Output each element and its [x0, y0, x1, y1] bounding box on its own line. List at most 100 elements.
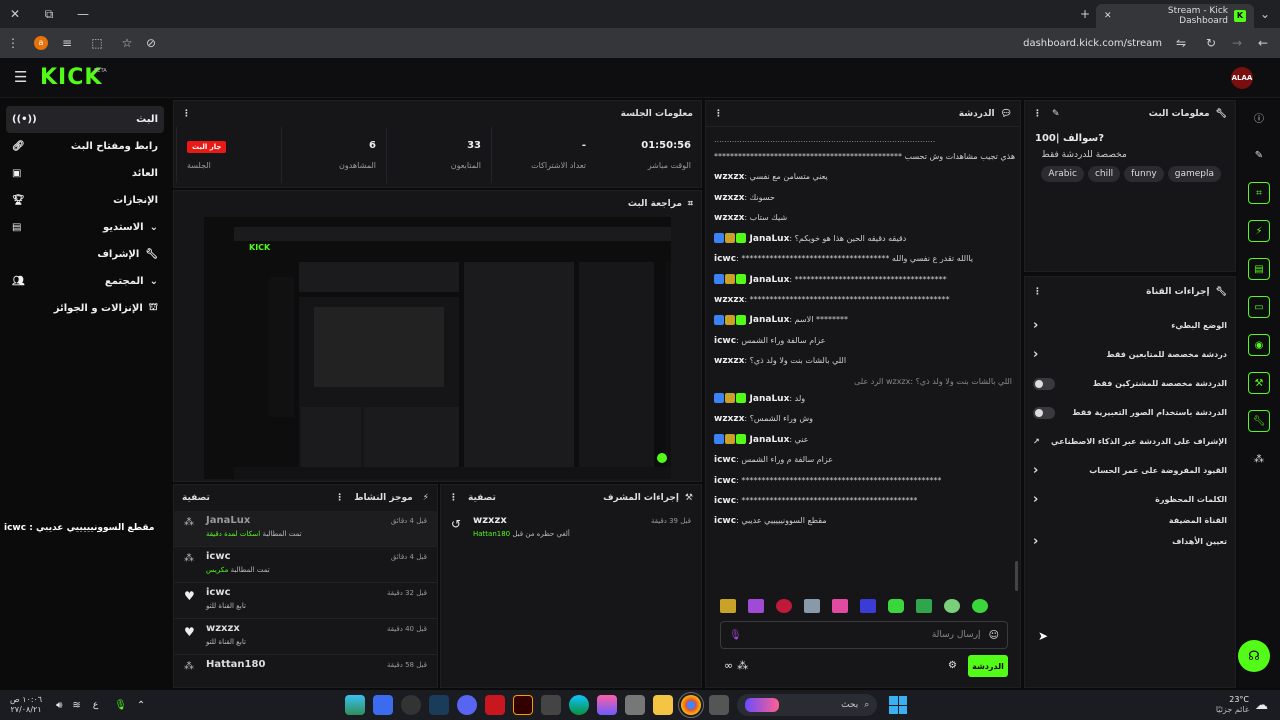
chat-username[interactable]: icwc: [714, 455, 736, 465]
emote-icon[interactable]: [832, 599, 848, 613]
chat-bubble-icon[interactable]: ▭: [1248, 296, 1270, 318]
chat-username[interactable]: JanaLux: [750, 275, 790, 285]
sidebar-item-stream[interactable]: ((•)) البث: [6, 106, 164, 133]
volume-icon[interactable]: 🔊︎: [56, 700, 62, 711]
more-options-icon[interactable]: ⋮: [714, 109, 723, 119]
stream-preview-video[interactable]: KICK: [204, 217, 671, 479]
chat-send-button[interactable]: الدردشة: [968, 655, 1008, 677]
chat-username[interactable]: wzxzx: [714, 193, 744, 203]
sidebar-item-drops[interactable]: الإنزالات و الجوائز ⛫: [0, 295, 170, 322]
broadcast-icon[interactable]: ◉: [1248, 334, 1270, 356]
chat-username[interactable]: wzxzx: [714, 414, 744, 424]
edge-app-icon[interactable]: [569, 695, 590, 715]
tag[interactable]: Arabic: [1041, 166, 1084, 182]
windows-start-icon[interactable]: [889, 696, 908, 714]
emote-icon[interactable]: [804, 599, 820, 613]
edit-icon[interactable]: ✎: [1248, 144, 1270, 166]
illustrator-app-icon[interactable]: [513, 695, 534, 715]
tab-list-icon[interactable]: ≡: [56, 36, 78, 50]
more-options-icon[interactable]: ⋮: [335, 493, 344, 503]
emote-icon[interactable]: [888, 599, 904, 613]
sidebar-item-community[interactable]: 👥︎ المجتمع ⌄: [0, 268, 170, 295]
chat-username[interactable]: JanaLux: [750, 315, 790, 325]
chat-username[interactable]: JanaLux: [750, 234, 790, 244]
chat-input[interactable]: 🎙︎ إرسال رسالة ☺: [720, 621, 1008, 649]
menu-kebab-icon[interactable]: ⋮: [2, 36, 24, 50]
emote-icon[interactable]: [860, 599, 876, 613]
chat-username[interactable]: JanaLux: [750, 394, 790, 404]
sidebar-item-achievements[interactable]: 🏆︎ الإنجازات: [0, 187, 170, 214]
window-close-icon[interactable]: ✕: [4, 7, 26, 21]
gift-icon[interactable]: ⁂: [737, 659, 748, 672]
user-avatar[interactable]: ALAA: [1231, 67, 1253, 89]
chat-username[interactable]: icwc: [714, 254, 736, 264]
sidebar-item-studio[interactable]: ▤ الاستديو ⌄: [0, 214, 170, 241]
chat-settings-icon[interactable]: ⚙: [948, 660, 957, 671]
browser-tab[interactable]: ✕ Stream - Kick Dashboard K: [1096, 4, 1254, 28]
window-minimize-icon[interactable]: —: [72, 7, 94, 21]
chrome-app-icon[interactable]: [678, 692, 705, 718]
filter-button[interactable]: تصفية: [468, 493, 496, 503]
banned-words-row[interactable]: › الكلمات المحظورة: [1025, 485, 1235, 514]
emote-icon[interactable]: [944, 599, 960, 613]
copilot-app-icon[interactable]: [345, 695, 366, 715]
bookmark-star-icon[interactable]: ☆: [116, 36, 138, 50]
ai-moderation-row[interactable]: ↗ الإشراف على الدردشة عبر الذكاء الاصطناع…: [1025, 427, 1235, 456]
chat-username[interactable]: wzxzx: [714, 213, 744, 223]
app-icon[interactable]: [625, 695, 646, 715]
back-icon[interactable]: ←: [1252, 36, 1274, 50]
sidebar-item-moderation[interactable]: الإشراف 🔧︎: [0, 241, 170, 268]
extensions-icon[interactable]: ⬚: [86, 36, 108, 50]
chat-username[interactable]: JanaLux: [750, 435, 790, 445]
slow-mode-row[interactable]: › الوضع البطيء: [1025, 311, 1235, 340]
tag[interactable]: gamepla: [1167, 166, 1221, 182]
discord-app-icon[interactable]: [457, 695, 478, 715]
app-icon[interactable]: [373, 695, 394, 715]
chat-username[interactable]: wzxzx: [714, 172, 744, 182]
document-icon[interactable]: ▤: [1248, 258, 1270, 280]
tag[interactable]: funny: [1124, 166, 1164, 182]
emote-icon[interactable]: [776, 599, 792, 613]
emote-icon[interactable]: [748, 599, 764, 613]
emoji-icon[interactable]: ☺: [989, 630, 999, 641]
clock[interactable]: ١٠:٠٦ ص ٢٧/٠٨/٢١: [10, 695, 42, 715]
emote-only-toggle[interactable]: [1033, 406, 1055, 419]
gift-icon[interactable]: ⁂: [1248, 448, 1270, 470]
microphone-icon[interactable]: 🎙︎: [114, 700, 127, 711]
steam-app-icon[interactable]: [429, 695, 450, 715]
chat-username[interactable]: wzxzx: [714, 356, 744, 366]
edit-icon[interactable]: ✎: [1052, 109, 1060, 119]
more-options-icon[interactable]: ⋮: [182, 109, 191, 119]
info-icon[interactable]: ⓘ: [1248, 106, 1270, 128]
weather-widget[interactable]: 23°C غائم جزئيًا ☁: [1216, 695, 1268, 715]
wifi-icon[interactable]: ≋: [72, 700, 80, 711]
language-indicator[interactable]: ع: [93, 700, 98, 710]
task-view-icon[interactable]: [709, 695, 730, 715]
set-goals-row[interactable]: › تعيين الأهداف: [1025, 527, 1235, 556]
account-age-row[interactable]: › القيود المفروضة على عمر الحساب: [1025, 456, 1235, 485]
followers-only-row[interactable]: › دردشة مخصصة للمتابعين فقط: [1025, 340, 1235, 369]
chat-username[interactable]: icwc: [714, 476, 736, 486]
more-options-icon[interactable]: ⋮: [449, 493, 458, 503]
more-options-icon[interactable]: ⋮: [1033, 109, 1042, 119]
chat-scrollbar[interactable]: [1015, 561, 1018, 591]
emote-icon[interactable]: [720, 599, 736, 613]
chevron-up-icon[interactable]: ⌃: [137, 700, 145, 711]
chat-username[interactable]: icwc: [714, 516, 736, 526]
profile-avatar[interactable]: a: [34, 36, 48, 50]
sidebar-item-stream-key[interactable]: 🔗︎ رابط ومفتاح البث: [0, 133, 170, 160]
window-restore-icon[interactable]: ⧉: [38, 7, 60, 22]
chat-username[interactable]: icwc: [714, 496, 736, 506]
tab-close-icon[interactable]: ✕: [1104, 11, 1112, 21]
new-tab-icon[interactable]: +: [1074, 7, 1096, 21]
file-explorer-icon[interactable]: [653, 695, 674, 715]
emote-icon[interactable]: [972, 599, 988, 613]
infinity-icon[interactable]: ∞: [724, 659, 733, 672]
reload-icon[interactable]: ↻: [1200, 36, 1222, 50]
chat-username[interactable]: icwc: [714, 336, 736, 346]
photos-app-icon[interactable]: [597, 695, 618, 715]
chat-username[interactable]: wzxzx: [714, 295, 744, 305]
camera-frame-icon[interactable]: ⌗: [1248, 182, 1270, 204]
taskbar-search[interactable]: بحث ⌕: [737, 694, 878, 716]
pdf-app-icon[interactable]: [485, 695, 506, 715]
